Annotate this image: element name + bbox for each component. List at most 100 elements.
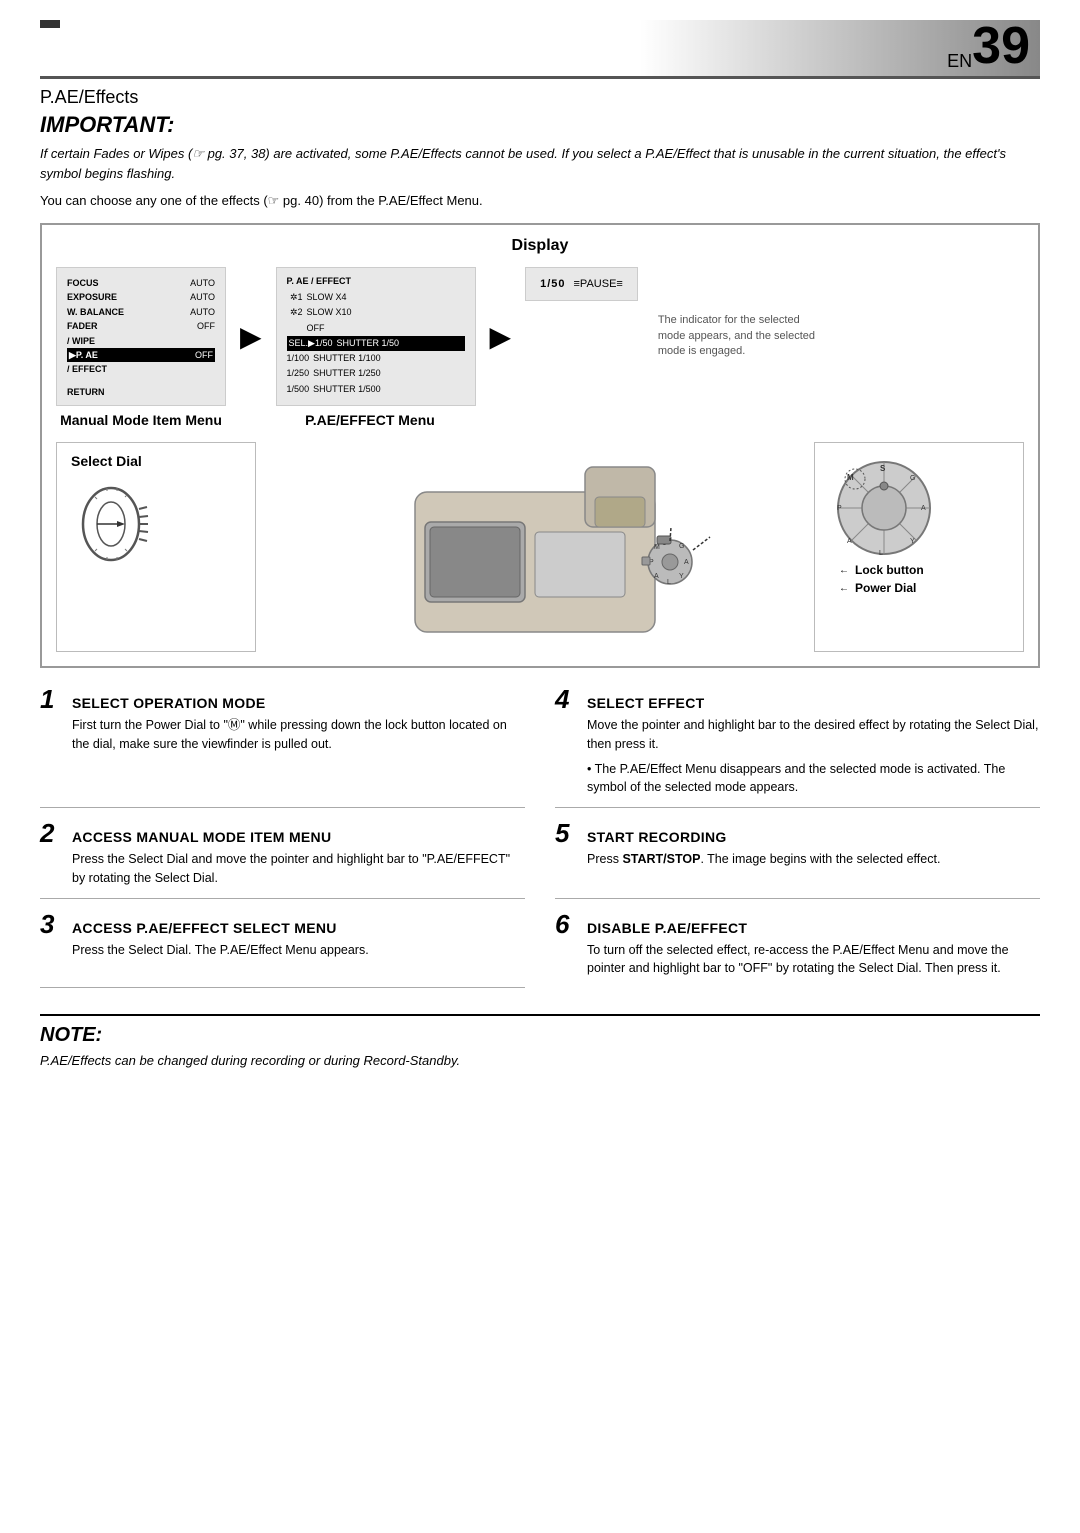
power-dial-box: S G A Y L A P M ← Lock button xyxy=(814,442,1024,652)
manual-mode-panel: FOCUS AUTO EXPOSURE AUTO W. BALANCE AUTO… xyxy=(56,267,226,406)
step-4-body: Move the pointer and highlight bar to th… xyxy=(587,716,1040,797)
pae-row-off: OFF xyxy=(287,321,465,336)
step-3-number: 3 xyxy=(40,911,64,937)
svg-text:Y: Y xyxy=(910,538,915,545)
svg-text:A: A xyxy=(684,559,689,566)
lock-button-label: Lock button xyxy=(855,563,924,577)
arrow-2: ▶ xyxy=(490,320,512,353)
svg-text:A: A xyxy=(654,573,659,580)
menu-row-pae: ▶P. AE OFF xyxy=(67,348,215,362)
menu-row-effect: / EFFECT xyxy=(67,362,215,376)
camera-area: Select Dial xyxy=(56,442,1024,652)
display-box-title: Display xyxy=(56,237,1024,255)
page-number: 39 xyxy=(972,20,1030,72)
result-value: 1/50 xyxy=(540,278,565,290)
step-4-title: SELECT EFFECT xyxy=(587,695,704,711)
step-5-number: 5 xyxy=(555,820,579,846)
step-3-title: ACCESS P.AE/EFFECT SELECT MENU xyxy=(72,920,337,936)
pae-row-500: 1/500 SHUTTER 1/500 xyxy=(287,382,465,397)
power-dial-label-item: ← Power Dial xyxy=(839,581,924,595)
svg-text:M: M xyxy=(654,544,660,551)
menu-return: RETURN xyxy=(67,387,215,397)
pae-row-250: 1/250 SHUTTER 1/250 xyxy=(287,366,465,381)
pae-row-1: ✲1 SLOW X4 xyxy=(287,290,465,305)
step-6-number: 6 xyxy=(555,911,579,937)
step-3-body: Press the Select Dial. The P.AE/Effect M… xyxy=(72,941,525,960)
important-text: If certain Fades or Wipes (☞ pg. 37, 38)… xyxy=(40,144,1040,183)
step-2-header: 2 ACCESS MANUAL MODE ITEM MENU xyxy=(40,820,525,846)
page-header: EN 39 xyxy=(40,20,1040,79)
step-2: 2 ACCESS MANUAL MODE ITEM MENU Press the… xyxy=(40,820,525,899)
power-dial-label: Power Dial xyxy=(855,581,916,595)
panel-labels: Manual Mode Item Menu P.AE/EFFECT Menu xyxy=(56,412,1024,428)
step-1: 1 SELECT OPERATION MODE First turn the P… xyxy=(40,686,525,808)
lock-button-label-item: ← Lock button xyxy=(839,563,924,577)
step-5-title: START RECORDING xyxy=(587,829,727,845)
pae-screen: P. AE / EFFECT ✲1 SLOW X4 ✲2 SLOW X10 OF… xyxy=(276,267,476,406)
manual-mode-screen: FOCUS AUTO EXPOSURE AUTO W. BALANCE AUTO… xyxy=(56,267,226,406)
step-4-header: 4 SELECT EFFECT xyxy=(555,686,1040,712)
menu-row-wipe: / WIPE xyxy=(67,334,215,348)
important-title: IMPORTANT: xyxy=(40,112,1040,138)
menu-row-wbalance: W. BALANCE AUTO xyxy=(67,305,215,319)
step-1-body: First turn the Power Dial to "Ⓜ" while p… xyxy=(72,716,525,754)
step-6-body: To turn off the selected effect, re-acce… xyxy=(587,941,1040,979)
step-5-header: 5 START RECORDING xyxy=(555,820,1040,846)
menu-row-fader: FADER OFF xyxy=(67,319,215,333)
svg-text:L: L xyxy=(667,579,671,586)
menu-row-focus: FOCUS AUTO xyxy=(67,276,215,290)
camera-image-area: S G A Y L A P M xyxy=(256,442,814,652)
select-dial-icon xyxy=(71,479,151,569)
svg-text:G: G xyxy=(910,475,915,482)
manual-mode-label: Manual Mode Item Menu xyxy=(56,412,226,428)
note-title: NOTE: xyxy=(40,1024,1040,1047)
step-3-header: 3 ACCESS P.AE/EFFECT SELECT MENU xyxy=(40,911,525,937)
svg-text:A: A xyxy=(847,538,852,545)
svg-text:M: M xyxy=(847,473,854,482)
svg-text:A: A xyxy=(921,505,926,512)
svg-text:P: P xyxy=(837,505,842,512)
display-box: Display FOCUS AUTO EXPOSURE AUTO W. BALA… xyxy=(40,223,1040,668)
step-4: 4 SELECT EFFECT Move the pointer and hig… xyxy=(555,686,1040,808)
step-4-bullet: • The P.AE/Effect Menu disappears and th… xyxy=(587,760,1040,798)
select-dial-box: Select Dial xyxy=(56,442,256,652)
display-panels: FOCUS AUTO EXPOSURE AUTO W. BALANCE AUTO… xyxy=(56,267,1024,406)
svg-text:L: L xyxy=(879,550,883,557)
step-4-number: 4 xyxy=(555,686,579,712)
menu-row-exposure: EXPOSURE AUTO xyxy=(67,290,215,304)
steps-section: 1 SELECT OPERATION MODE First turn the P… xyxy=(40,686,1040,1000)
step-1-number: 1 xyxy=(40,686,64,712)
page-number-area: EN 39 xyxy=(947,20,1040,72)
power-dial-labels: ← Lock button ← Power Dial xyxy=(839,563,924,595)
step-5: 5 START RECORDING Press START/STOP. The … xyxy=(555,820,1040,899)
pae-row-100: 1/100 SHUTTER 1/100 xyxy=(287,351,465,366)
step-6-title: DISABLE P.AE/EFFECT xyxy=(587,920,747,936)
arrow-1: ▶ xyxy=(240,320,262,353)
result-screen: 1/50 ≡PAUSE≡ xyxy=(525,267,638,301)
camera-illustration: S G A Y L A P M xyxy=(355,442,715,652)
select-dial-label: Select Dial xyxy=(71,453,142,469)
note-section: NOTE: P.AE/Effects can be changed during… xyxy=(40,1014,1040,1071)
section-title: P.AE/Effects xyxy=(40,87,1040,108)
result-description: The indicator for the selected mode appe… xyxy=(658,313,818,359)
step-6-header: 6 DISABLE P.AE/EFFECT xyxy=(555,911,1040,937)
step-6: 6 DISABLE P.AE/EFFECT To turn off the se… xyxy=(555,911,1040,989)
svg-text:Y: Y xyxy=(679,573,684,580)
pae-menu-label: P.AE/EFFECT Menu xyxy=(270,412,470,428)
step-1-title: SELECT OPERATION MODE xyxy=(72,695,266,711)
pae-row-sel: SEL.▶1/50 SHUTTER 1/50 xyxy=(287,336,465,351)
power-dial-icon: S G A Y L A P M xyxy=(829,453,939,563)
pae-panel-title: P. AE / EFFECT xyxy=(287,276,465,286)
pause-symbol: ≡PAUSE≡ xyxy=(574,278,623,290)
step-3: 3 ACCESS P.AE/EFFECT SELECT MENU Press t… xyxy=(40,911,525,989)
step-2-body: Press the Select Dial and move the point… xyxy=(72,850,525,888)
svg-text:G: G xyxy=(679,543,684,550)
step-1-header: 1 SELECT OPERATION MODE xyxy=(40,686,525,712)
result-panel-wrapper: 1/50 ≡PAUSE≡ xyxy=(525,267,638,301)
en-label: EN xyxy=(947,51,972,72)
intro-text: You can choose any one of the effects (☞… xyxy=(40,193,1040,209)
header-bar xyxy=(40,20,60,28)
pae-row-2: ✲2 SLOW X10 xyxy=(287,305,465,320)
step-5-body: Press START/STOP. The image begins with … xyxy=(587,850,1040,869)
svg-text:S: S xyxy=(880,464,886,473)
